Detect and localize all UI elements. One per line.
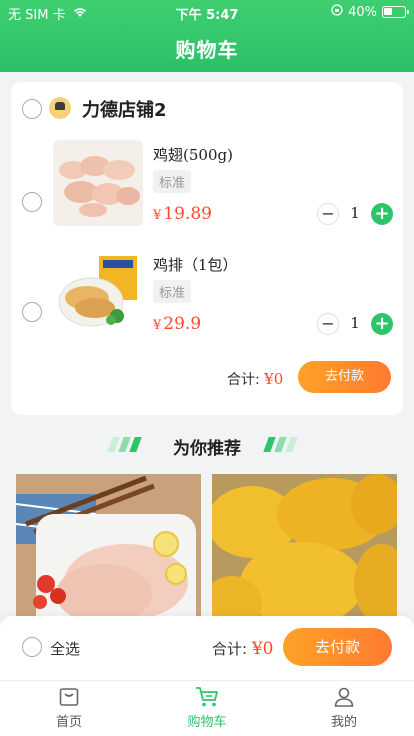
quantity-stepper: − 1 +	[317, 203, 393, 225]
checkout-bar: 全选 合计: ¥0 去付款	[0, 616, 414, 680]
decrease-quantity-button[interactable]: −	[317, 203, 339, 225]
header-bar: 无 SIM 卡 下午 5:47 40% 购物车	[0, 0, 414, 72]
battery-icon	[382, 6, 409, 18]
decrease-quantity-button[interactable]: −	[317, 313, 339, 335]
quantity-value: 1	[350, 204, 360, 222]
store-select-radio[interactable]	[22, 99, 42, 119]
store-total: 合计: ¥0	[227, 369, 283, 389]
tab-cart-label: 购物车	[187, 715, 227, 730]
item-price-value: 19.89	[163, 204, 212, 224]
title-decoration-right	[263, 437, 298, 452]
recommend-product-chicken-breast[interactable]	[16, 474, 201, 634]
tab-profile-label: 我的	[330, 715, 357, 730]
store-pay-button[interactable]: 去付款	[298, 361, 391, 393]
shopping-bag-icon	[59, 688, 79, 706]
checkout-pay-button[interactable]: 去付款	[283, 628, 392, 666]
store-name: 力德店铺2	[82, 100, 167, 121]
cart-total-label: 合计:	[212, 640, 248, 658]
status-bar: 无 SIM 卡 下午 5:47 40%	[0, 0, 414, 24]
cart-icon	[196, 687, 218, 707]
select-all-label[interactable]: 全选	[50, 638, 80, 659]
item-price-value: 29.9	[163, 314, 202, 334]
item-price: ¥29.9	[153, 314, 201, 334]
item-spec-tag: 标准	[153, 280, 192, 303]
tab-cart[interactable]: 购物车	[167, 685, 247, 730]
cart-item: 鸡翅(500g) 标准 ¥19.89 − 1 +	[11, 140, 403, 250]
page-title: 购物车	[175, 38, 239, 62]
product-image-chicken-cutlet[interactable]	[53, 250, 143, 336]
tab-profile[interactable]: 我的	[304, 685, 384, 730]
currency-symbol: ¥	[153, 208, 162, 223]
store-total-value: ¥0	[264, 370, 284, 388]
quantity-value: 1	[350, 314, 360, 332]
increase-quantity-button[interactable]: +	[371, 203, 393, 225]
cart-total-value: ¥0	[251, 639, 274, 659]
product-image-chicken-wings[interactable]	[53, 140, 143, 226]
recommend-product-mango[interactable]	[212, 474, 397, 634]
store-total-label: 合计:	[227, 372, 260, 388]
cart-card: 力德店铺2 鸡翅(500g) 标准 ¥19.89 − 1 + 鸡排（1包） 标准…	[11, 82, 403, 415]
battery-percent: 40%	[348, 4, 377, 20]
cart-total: 合计: ¥0	[212, 638, 273, 659]
increase-quantity-button[interactable]: +	[371, 313, 393, 335]
tab-home[interactable]: 首页	[29, 685, 109, 730]
cart-item: 鸡排（1包） 标准 ¥29.9 − 1 +	[11, 250, 403, 360]
tab-bar: 首页 购物车 我的	[0, 680, 414, 736]
select-all-radio[interactable]	[22, 637, 42, 657]
orientation-lock-icon	[331, 4, 343, 20]
item-select-radio[interactable]	[22, 302, 42, 322]
store-logo-icon	[49, 97, 71, 119]
quantity-stepper: − 1 +	[317, 313, 393, 335]
item-spec-tag: 标准	[153, 170, 192, 193]
recommend-title: 为你推荐	[173, 439, 241, 459]
user-icon	[334, 687, 354, 707]
item-name: 鸡排（1包）	[153, 256, 238, 274]
currency-symbol: ¥	[153, 318, 162, 333]
item-price: ¥19.89	[153, 204, 212, 224]
item-select-radio[interactable]	[22, 192, 42, 212]
tab-home-label: 首页	[55, 715, 82, 730]
item-name: 鸡翅(500g)	[153, 146, 233, 164]
